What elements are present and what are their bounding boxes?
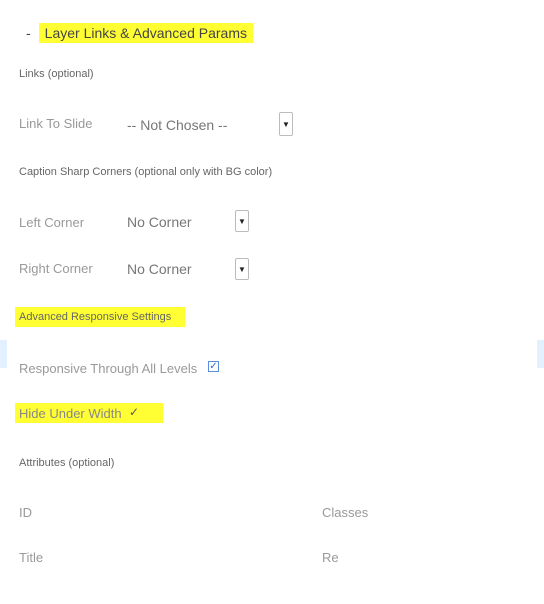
left-corner-label: Left Corner	[19, 215, 85, 230]
left-edge-marker	[0, 340, 7, 368]
attributes-heading: Attributes (optional)	[19, 457, 115, 469]
dropdown-arrow-icon[interactable]: ▼	[279, 112, 293, 136]
right-edge-marker	[537, 340, 544, 368]
collapse-toggle[interactable]: -	[26, 25, 31, 41]
responsive-levels-label: Responsive Through All Levels	[19, 361, 198, 376]
section-header[interactable]: - Layer Links & Advanced Params	[26, 22, 254, 44]
dropdown-arrow-icon[interactable]: ▼	[235, 210, 249, 232]
responsive-levels-checkbox[interactable]: ✓	[208, 361, 219, 372]
section-title: Layer Links & Advanced Params	[38, 23, 254, 43]
responsive-heading: Advanced Responsive Settings	[15, 307, 186, 327]
classes-label: Classes	[322, 505, 369, 520]
rel-label: Re	[322, 550, 339, 565]
link-to-slide-select[interactable]: -- Not Chosen --	[127, 117, 227, 133]
hide-under-width-checkbox[interactable]: ✓	[129, 405, 139, 419]
checkmark-icon: ✓	[129, 405, 140, 419]
dropdown-arrow-icon[interactable]: ▼	[235, 258, 249, 280]
hide-under-width-label: Hide Under Width	[19, 406, 122, 421]
checkmark-icon: ✓	[209, 361, 218, 372]
right-corner-select[interactable]: No Corner	[127, 261, 192, 277]
links-heading: Links (optional)	[19, 68, 94, 80]
title-label: Title	[19, 550, 44, 565]
id-label: ID	[19, 505, 32, 520]
left-corner-select[interactable]: No Corner	[127, 214, 192, 230]
right-corner-label: Right Corner	[19, 261, 93, 276]
link-to-slide-label: Link To Slide	[19, 116, 93, 131]
corners-heading: Caption Sharp Corners (optional only wit…	[19, 166, 273, 178]
